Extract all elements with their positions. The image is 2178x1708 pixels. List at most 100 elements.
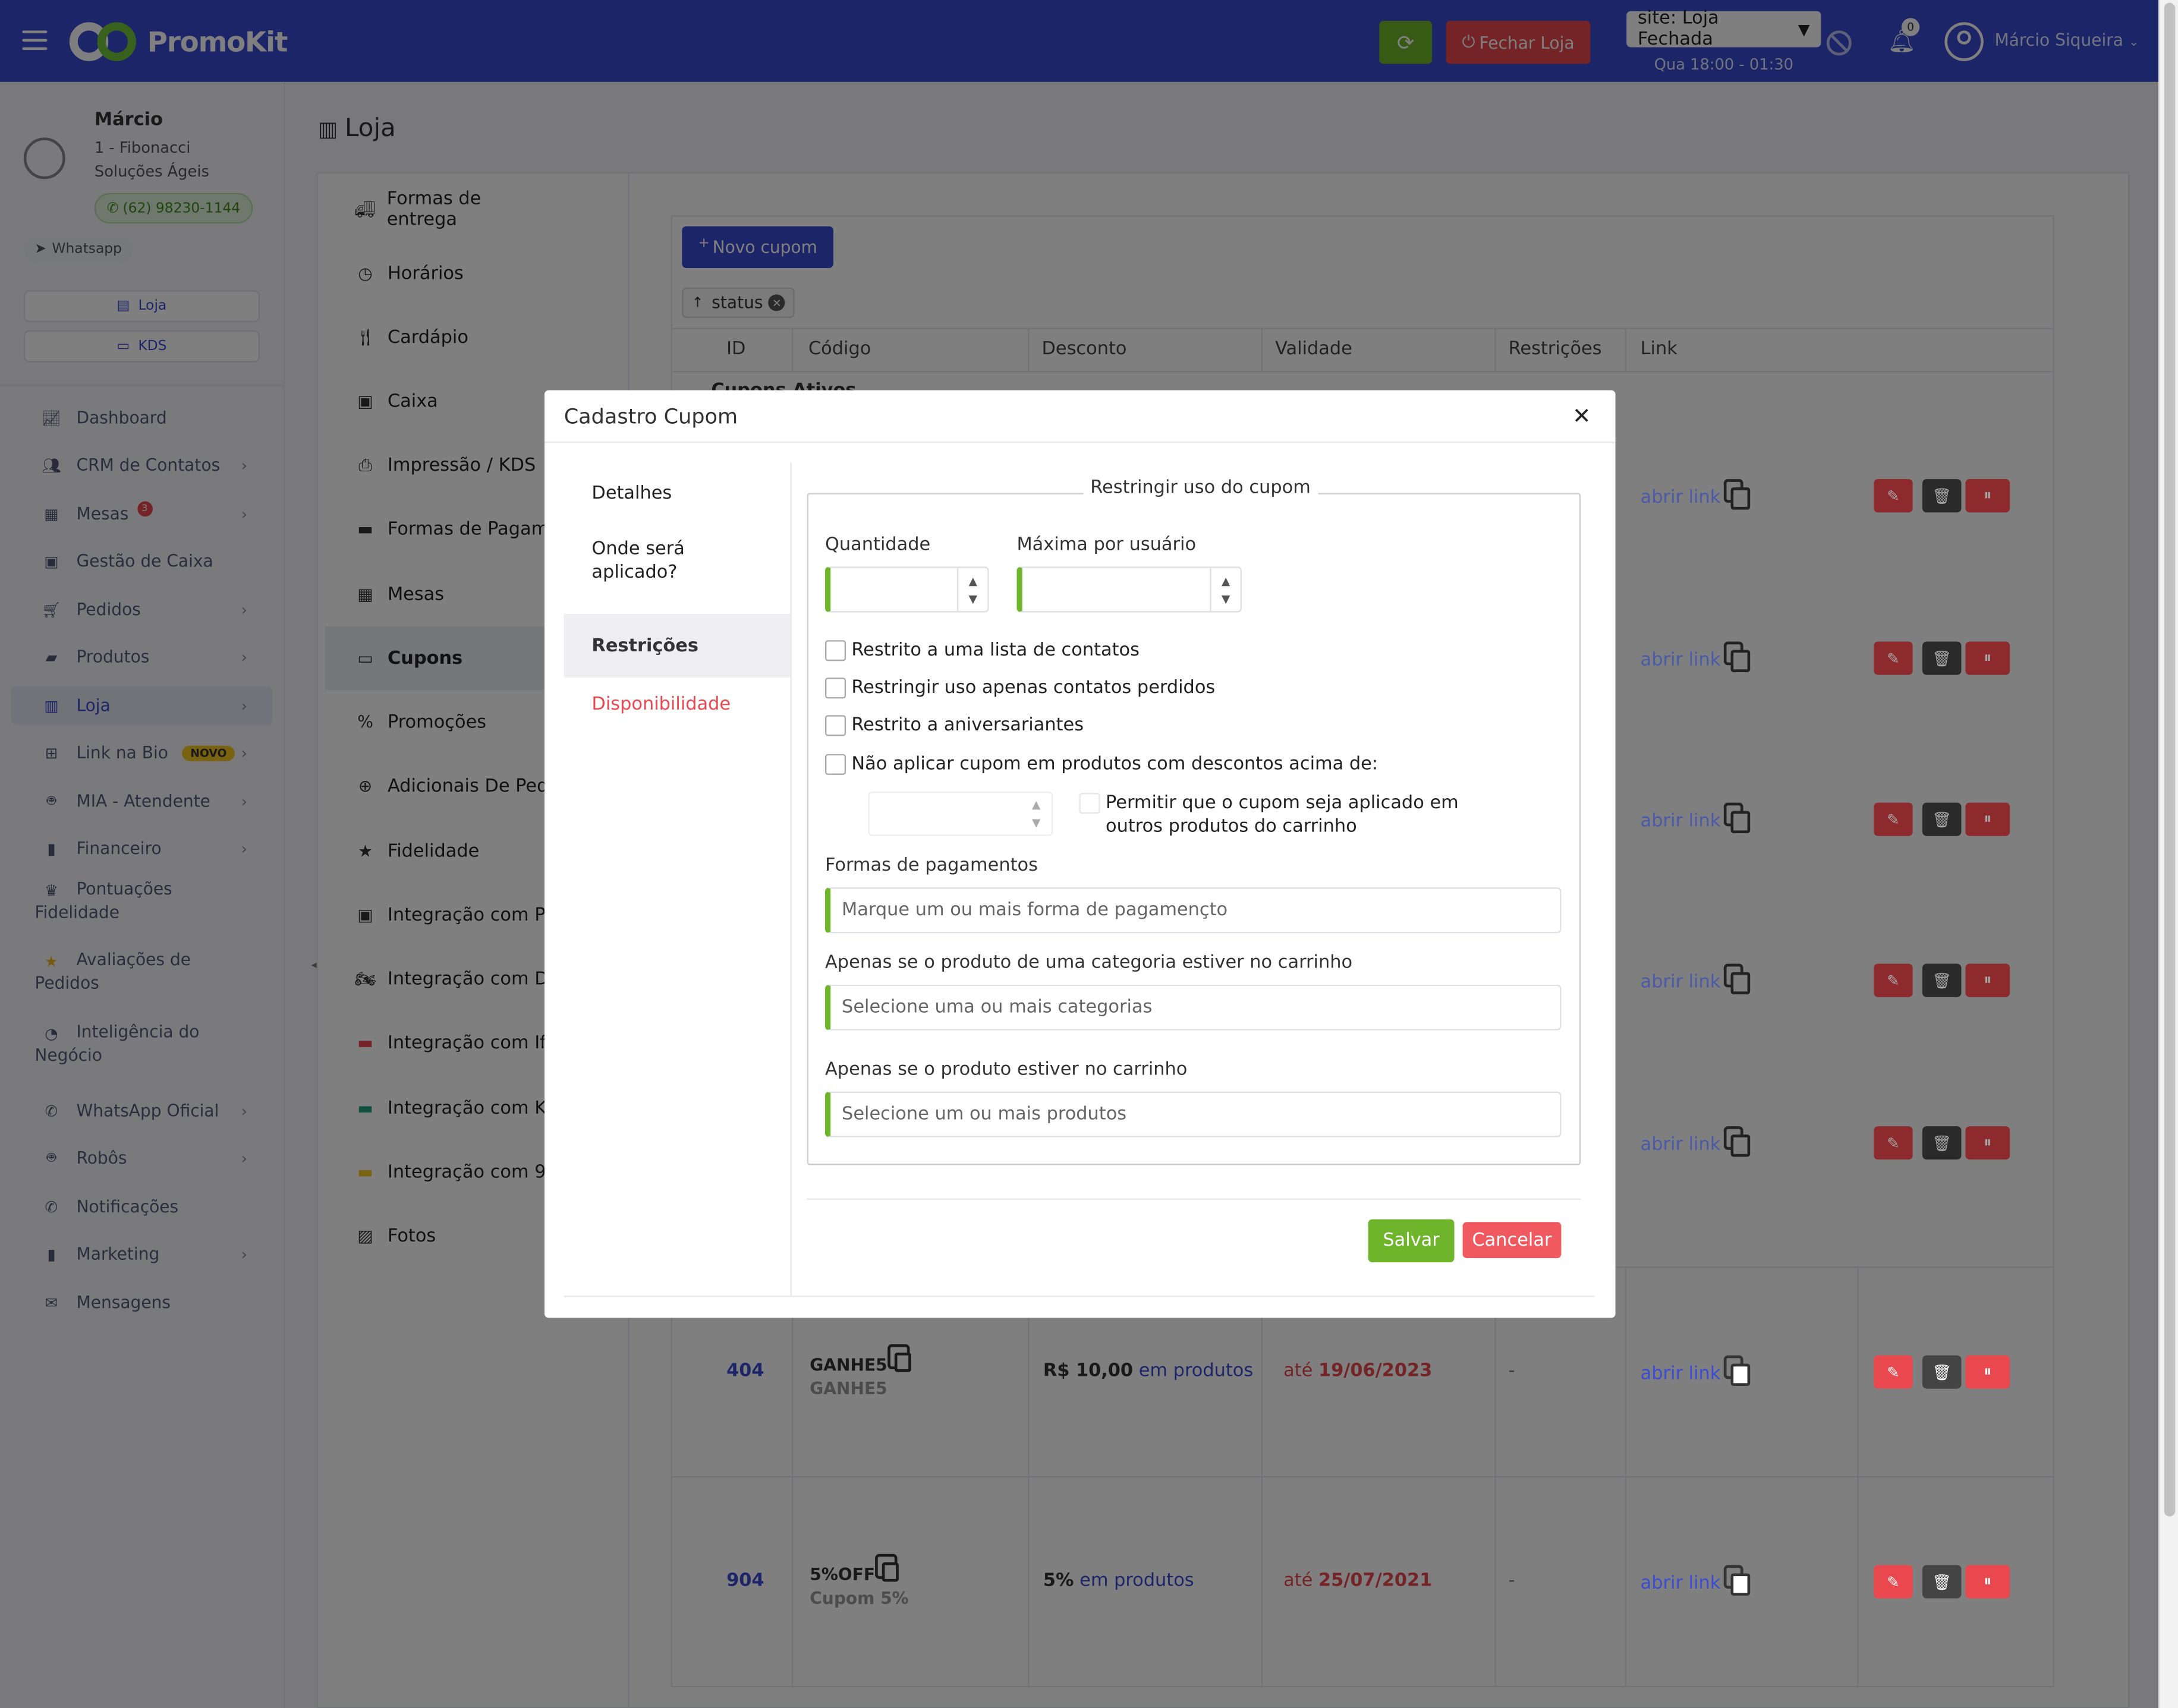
copy-icon-front <box>1730 1363 1751 1386</box>
pause-button[interactable]: ⏸ <box>1965 479 2010 513</box>
edit-icon: ✎ <box>1887 1133 1900 1152</box>
edit-icon: ✎ <box>1887 810 1900 828</box>
delete-button[interactable]: 🗑︎ <box>1922 1565 1962 1599</box>
max-per-user-label: Máxima por usuário <box>1016 534 1197 556</box>
delete-button[interactable]: 🗑︎ <box>1922 479 1962 513</box>
delete-icon: 🗑︎ <box>1932 649 1952 667</box>
stepper-arrows-icon[interactable]: ▲ ▼ <box>956 568 987 612</box>
edit-button[interactable]: ✎ <box>1874 963 1913 997</box>
checkbox[interactable] <box>824 715 846 736</box>
delete-icon: 🗑︎ <box>1932 1133 1952 1152</box>
modal-title: Cadastro Cupom <box>564 404 738 430</box>
divider <box>807 1198 1581 1200</box>
stepper-arrows-icon[interactable]: ▲ ▼ <box>1210 568 1240 612</box>
copy-icon-front <box>1730 811 1751 834</box>
copy-icon-front <box>1730 972 1751 995</box>
tab-restricoes[interactable]: Restrições <box>564 613 791 678</box>
edit-button[interactable]: ✎ <box>1874 479 1913 513</box>
open-link[interactable]: abrir link <box>1641 1135 1721 1155</box>
allow-other-products-label: Permitir que o cupom seja aplicado em ou… <box>1106 793 1459 838</box>
edit-button[interactable]: ✎ <box>1874 802 1913 836</box>
open-link[interactable]: abrir link <box>1641 811 1721 832</box>
discount-limit-stepper[interactable]: ▲ ▼ <box>868 791 1053 836</box>
open-link[interactable]: abrir link <box>1641 1573 1721 1594</box>
delete-button[interactable]: 🗑︎ <box>1922 802 1962 836</box>
open-link[interactable]: abrir link <box>1641 650 1721 671</box>
tab-disponibilidade[interactable]: Disponibilidade <box>564 694 791 715</box>
delete-icon: 🗑︎ <box>1932 487 1952 505</box>
edit-button[interactable]: ✎ <box>1874 641 1913 675</box>
checkbox-birthdays[interactable]: Restrito a aniversariantes <box>824 715 1084 736</box>
edit-button[interactable]: ✎ <box>1874 1355 1913 1389</box>
edit-icon: ✎ <box>1887 649 1900 667</box>
stepper-arrows-icon[interactable]: ▲ ▼ <box>1021 793 1051 834</box>
page-scrollbar[interactable] <box>2158 0 2178 1708</box>
delete-icon: 🗑︎ <box>1932 971 1952 989</box>
pause-button[interactable]: ⏸ <box>1965 802 2010 836</box>
delete-button[interactable]: 🗑︎ <box>1922 963 1962 997</box>
edit-button[interactable]: ✎ <box>1874 1565 1913 1599</box>
open-link[interactable]: abrir link <box>1641 487 1721 508</box>
payments-placeholder: Marque um ou mais forma de pagamençto <box>842 900 1228 921</box>
checkbox-label: Não aplicar cupom em produtos com descon… <box>851 754 1378 775</box>
delete-icon: 🗑︎ <box>1932 1363 1952 1381</box>
pause-button[interactable]: ⏸ <box>1965 1126 2010 1160</box>
edit-button[interactable]: ✎ <box>1874 1126 1913 1160</box>
edit-icon: ✎ <box>1887 971 1900 989</box>
pause-icon: ⏸ <box>1984 486 1992 505</box>
copy-icon-front <box>1730 1135 1751 1157</box>
pause-icon: ⏸ <box>1984 648 1992 667</box>
pause-button[interactable]: ⏸ <box>1965 1355 2010 1389</box>
checkbox[interactable] <box>824 754 846 775</box>
pause-icon: ⏸ <box>1984 970 1992 989</box>
checkbox-label: Restrito a aniversariantes <box>851 715 1084 736</box>
checkbox-label: Restringir uso apenas contatos perdidos <box>851 677 1216 699</box>
allow-other-products-checkbox[interactable] <box>1079 793 1100 814</box>
fieldset-legend: Restringir uso do cupom <box>1083 477 1318 499</box>
payments-select[interactable]: Marque um ou mais forma de pagamençto <box>824 887 1562 934</box>
checkbox[interactable] <box>824 677 846 699</box>
product-select[interactable]: Selecione um ou mais produtos <box>824 1091 1562 1137</box>
pause-icon: ⏸ <box>1984 1362 1992 1381</box>
copy-icon-front <box>1730 1573 1751 1596</box>
checkbox[interactable] <box>824 640 846 661</box>
open-link[interactable]: abrir link <box>1641 1364 1721 1385</box>
edit-icon: ✎ <box>1887 1363 1900 1381</box>
coupon-modal: Cadastro Cupom ✕ Detalhes Onde será apli… <box>544 390 1616 1318</box>
edit-icon: ✎ <box>1887 1573 1900 1591</box>
tab-detalhes[interactable]: Detalhes <box>564 462 791 524</box>
quantity-stepper[interactable]: ▲ ▼ <box>824 566 989 613</box>
pause-icon: ⏸ <box>1984 1133 1992 1152</box>
save-button[interactable]: Salvar <box>1368 1219 1455 1263</box>
edit-icon: ✎ <box>1887 487 1900 505</box>
pause-button[interactable]: ⏸ <box>1965 1565 2010 1599</box>
checkbox-lost-contacts[interactable]: Restringir uso apenas contatos perdidos <box>824 677 1216 699</box>
close-icon[interactable]: ✕ <box>1572 403 1591 429</box>
tab-onde-aplicado[interactable]: Onde será aplicado? <box>564 537 758 584</box>
open-link[interactable]: abrir link <box>1641 972 1721 993</box>
product-placeholder: Selecione um ou mais produtos <box>842 1104 1127 1125</box>
delete-button[interactable]: 🗑︎ <box>1922 1126 1962 1160</box>
payments-label: Formas de pagamentos <box>824 855 1038 877</box>
delete-button[interactable]: 🗑︎ <box>1922 1355 1962 1389</box>
tabs-divider <box>790 462 792 1296</box>
category-select[interactable]: Selecione uma ou mais categorias <box>824 984 1562 1031</box>
pause-icon: ⏸ <box>1984 1572 1992 1590</box>
scrollbar-thumb[interactable] <box>2164 2 2176 1517</box>
pause-button[interactable]: ⏸ <box>1965 641 2010 675</box>
delete-icon: 🗑︎ <box>1932 810 1952 828</box>
checkbox-discount-limit[interactable]: Não aplicar cupom em produtos com descon… <box>824 754 1378 775</box>
pause-button[interactable]: ⏸ <box>1965 963 2010 997</box>
divider <box>564 1296 1595 1297</box>
quantity-label: Quantidade <box>824 534 931 556</box>
category-label: Apenas se o produto de uma categoria est… <box>824 952 1353 974</box>
checkbox-contact-list[interactable]: Restrito a uma lista de contatos <box>824 640 1140 661</box>
checkbox-label: Restrito a uma lista de contatos <box>851 640 1140 661</box>
delete-button[interactable]: 🗑︎ <box>1922 641 1962 675</box>
product-label: Apenas se o produto estiver no carrinho <box>824 1059 1188 1080</box>
delete-icon: 🗑︎ <box>1932 1573 1952 1591</box>
copy-icon-front <box>1730 487 1751 510</box>
max-per-user-stepper[interactable]: ▲ ▼ <box>1016 566 1242 613</box>
cancel-button[interactable]: Cancelar <box>1462 1222 1562 1259</box>
pause-icon: ⏸ <box>1984 809 1992 828</box>
